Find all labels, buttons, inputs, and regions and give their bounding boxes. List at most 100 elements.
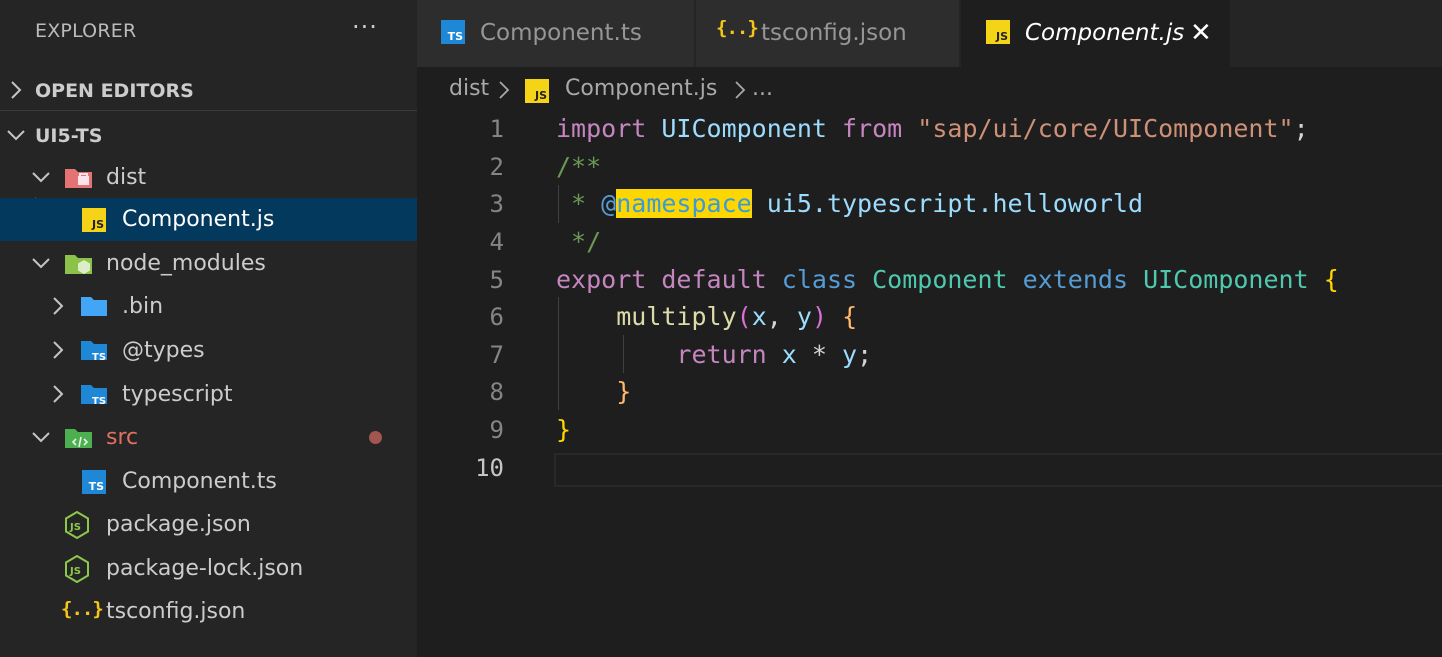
keyword-default: default [661,265,767,294]
tree-item-label: node_modules [106,251,266,276]
tree-item-bin[interactable]: .bin [0,285,417,328]
keyword-export: export [556,265,647,294]
keyword-extends: extends [1022,265,1129,294]
line-number-current: 10 [475,454,504,482]
namespace-value: ui5.typescript.helloworld [751,189,1144,218]
code-line-6: multiply(x, y) { [556,302,857,331]
svg-text:TS: TS [92,396,106,407]
ts-file-icon: TS [82,470,106,494]
project-section[interactable]: UI5-TS [0,115,417,155]
semicolon: ; [1293,114,1309,143]
tree-item-typescript[interactable]: TS typescript [0,373,417,416]
nodejs-file-icon: JS [65,555,89,583]
json-file-icon: {..} [61,598,104,620]
breadcrumb-folder[interactable]: dist [449,76,489,101]
folder-typescript-icon: TS [81,341,107,363]
code-line-4: */ [556,227,602,256]
tree-item-label: Component.js [122,207,275,232]
code-line-7: return x * y; [556,340,872,369]
brace: { [842,302,858,331]
project-label: UI5-TS [35,125,103,147]
tab-component-js[interactable]: JS Component.js ✕ [961,0,1230,67]
tree-item-types[interactable]: TS @types [0,329,417,372]
tree-item-src[interactable]: src [0,416,417,459]
keyword-return: return [676,340,767,369]
string-literal: "sap/ui/core/UIComponent" [917,114,1294,143]
breadcrumb-file[interactable]: Component.js [565,76,717,101]
tree-item-label: package-lock.json [106,556,304,581]
tree-item-component-ts[interactable]: TS Component.ts [0,460,417,503]
modified-dot-icon [369,431,382,444]
current-line-highlight [554,453,1442,487]
breadcrumb: dist JS Component.js ... [449,76,773,106]
operator: * [796,340,843,369]
tree-item-label: src [106,425,139,450]
code-line-3: * @namespace ui5.typescript.helloworld [556,189,1143,218]
tree-item-label: package.json [106,512,251,537]
paren: ( [736,302,752,331]
variable: y [842,340,858,369]
tree-item-label: typescript [122,382,233,407]
open-editors-label: OPEN EDITORS [35,80,194,102]
method-name: multiply [616,302,737,331]
keyword-class: class [781,265,858,294]
param: y [796,302,812,331]
line-number: 9 [489,416,504,444]
more-actions-icon[interactable]: ··· [352,13,378,41]
tree-item-dist[interactable]: dist [0,156,417,199]
brace: { [1323,265,1339,294]
keyword-import: import [556,114,647,143]
tab-label: Component.ts [480,20,642,46]
keyword-from: from [842,114,903,143]
tree-item-node-modules[interactable]: node_modules [0,242,417,285]
tree-item-component-js[interactable]: JS Component.js [0,198,417,241]
chevron-right-icon [499,81,510,99]
tree-item-label: @types [122,338,205,363]
line-number: 4 [489,228,504,256]
tree-item-label: tsconfig.json [106,599,246,624]
identifier: UIComponent [661,114,827,143]
tab-bar: TS Component.ts {..} tsconfig.json JS Co… [417,0,1442,67]
chevron-right-icon [53,385,64,403]
folder-typescript-icon: TS [81,385,107,407]
code-line-9: } [556,415,571,444]
tree-item-package-json[interactable]: JS package.json [0,503,417,546]
tab-label: Component.js [1025,20,1185,46]
tab-tsconfig-json[interactable]: {..} tsconfig.json [696,0,959,67]
line-number: 3 [489,190,504,218]
base-class-name: UIComponent [1143,265,1309,294]
code-editor[interactable]: 1 2 3 4 5 6 7 8 9 10 import UIComponent … [417,110,1442,657]
line-number: 1 [489,115,504,143]
brace: } [556,415,572,444]
chevron-down-icon [7,130,25,141]
tree-item-tsconfig-json[interactable]: {..} tsconfig.json [0,590,417,633]
folder-dist-open-icon [65,169,92,188]
comma: , [766,302,797,331]
section-divider [0,110,417,111]
svg-text:TS: TS [92,352,106,363]
brace: } [616,377,632,406]
js-file-icon: JS [82,208,106,232]
breadcrumb-more[interactable]: ... [752,76,773,101]
comment-star: * [556,189,602,218]
code-line-2: /** [556,152,602,181]
tab-component-ts[interactable]: TS Component.ts [417,0,694,67]
folder-node-open-icon [65,255,92,274]
tree-item-label: dist [106,165,147,190]
semicolon: ; [857,340,873,369]
code-line-8: } [556,377,631,406]
paren: ) [811,302,827,331]
tree-item-label: Component.ts [122,469,277,494]
jsdoc-at: @ [601,189,617,218]
open-editors-section[interactable]: OPEN EDITORS [0,70,417,110]
nodejs-file-icon: JS [65,511,89,539]
variable: x [781,340,797,369]
tab-label: tsconfig.json [761,20,907,46]
js-file-icon: JS [986,20,1010,44]
ts-file-icon: TS [441,20,465,44]
chevron-down-icon [32,172,50,183]
tree-item-package-lock-json[interactable]: JS package-lock.json [0,547,417,590]
chevron-right-icon [735,81,746,99]
close-icon[interactable]: ✕ [1190,18,1212,48]
code-line-1: import UIComponent from "sap/ui/core/UIC… [556,114,1309,143]
